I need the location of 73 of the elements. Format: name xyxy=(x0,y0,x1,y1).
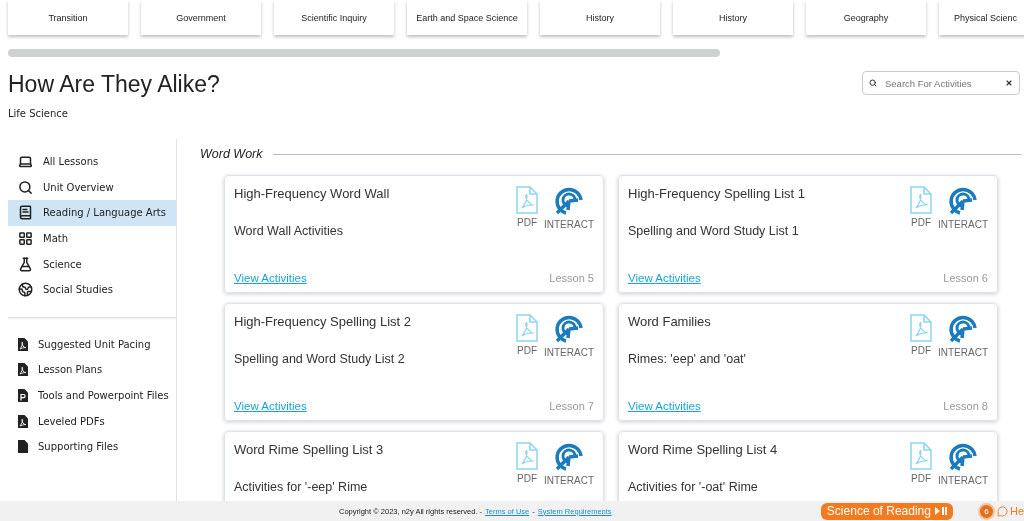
lesson-number: Lesson 5 xyxy=(549,272,594,284)
pdf-button[interactable]: PDF xyxy=(910,314,932,358)
file-link[interactable]: Supporting Files xyxy=(8,433,176,460)
subject-tile[interactable]: Physical Scienc xyxy=(939,0,1024,35)
pdf-icon xyxy=(910,186,932,214)
subject-tile[interactable]: Geography xyxy=(806,0,926,35)
card-title: Word Rime Spelling List 4 xyxy=(628,442,778,459)
pdf-button[interactable]: PDF xyxy=(516,442,538,486)
lesson-number: Lesson 7 xyxy=(549,400,594,412)
card-title: Word Families xyxy=(628,314,711,331)
interact-icon xyxy=(948,442,978,472)
sidebar-item[interactable]: Science xyxy=(8,251,176,277)
pdf-file-icon xyxy=(18,337,28,351)
page-title: How Are They Alike? xyxy=(8,71,220,98)
interact-icon xyxy=(554,186,584,216)
interact-icon xyxy=(554,442,584,472)
interact-icon xyxy=(554,314,584,344)
sidebar-item[interactable]: Math xyxy=(8,225,176,252)
pdf-icon xyxy=(910,314,932,342)
sidebar-item[interactable]: Social Studies xyxy=(8,276,176,303)
pdf-icon xyxy=(516,186,538,214)
pdf-icon xyxy=(910,442,932,470)
pdf-button[interactable]: PDF xyxy=(516,186,538,230)
search-icon xyxy=(869,77,877,89)
subject-tile[interactable]: Scientific Inquiry xyxy=(274,0,394,35)
file-link[interactable]: Leveled PDFs xyxy=(8,408,176,434)
file-icon xyxy=(18,440,28,454)
interact-button[interactable]: INTERACT xyxy=(938,186,988,230)
interact-icon xyxy=(948,186,978,216)
book-icon xyxy=(18,205,33,221)
laptop-icon xyxy=(18,154,33,170)
subject-tile[interactable]: History xyxy=(540,0,660,35)
lesson-number: Lesson 8 xyxy=(943,400,988,412)
chat-icon xyxy=(996,505,1008,517)
sidebar-item[interactable]: Reading / Language Arts xyxy=(8,200,176,226)
interact-button[interactable]: INTERACT xyxy=(544,314,594,358)
lesson-number: Lesson 6 xyxy=(943,272,988,284)
search-icon xyxy=(18,179,33,195)
page-subtitle: Life Science xyxy=(8,108,69,119)
pdf-button[interactable]: PDF xyxy=(516,314,538,358)
notification-badge: 6 xyxy=(979,504,993,518)
file-link[interactable]: Lesson Plans xyxy=(8,357,176,383)
subject-tile[interactable]: Transition xyxy=(8,0,128,35)
pdf-file-icon xyxy=(18,363,28,377)
subject-tile[interactable]: Government xyxy=(141,0,261,35)
interact-button[interactable]: INTERACT xyxy=(544,186,594,230)
interact-button[interactable]: INTERACT xyxy=(938,442,988,486)
card-title: High-Frequency Word Wall xyxy=(234,186,390,203)
powerpoint-file-icon xyxy=(18,389,28,403)
play-pause-icon xyxy=(934,507,947,515)
pdf-button[interactable]: PDF xyxy=(910,186,932,230)
file-link[interactable]: Suggested Unit Pacing xyxy=(8,331,176,358)
subject-tile[interactable]: Earth and Space Science xyxy=(407,0,527,35)
interact-icon xyxy=(948,314,978,344)
card-title: High-Frequency Spelling List 2 xyxy=(234,314,412,331)
pdf-file-icon xyxy=(18,414,28,428)
card-title: High-Frequency Spelling List 1 xyxy=(628,186,806,203)
pdf-icon xyxy=(516,314,538,342)
pdf-icon xyxy=(516,442,538,470)
file-link[interactable]: Tools and Powerpoint Files xyxy=(8,382,176,409)
subject-tile[interactable]: History xyxy=(673,0,793,35)
grid-icon xyxy=(18,231,33,247)
globe-icon xyxy=(18,282,33,298)
card-title: Word Rime Spelling List 3 xyxy=(234,442,384,459)
sidebar-item[interactable]: Unit Overview xyxy=(8,174,176,201)
scrollbar[interactable] xyxy=(8,49,720,57)
interact-button[interactable]: INTERACT xyxy=(938,314,988,358)
pdf-button[interactable]: PDF xyxy=(910,442,932,486)
section-title: Word Work xyxy=(200,147,263,161)
interact-button[interactable]: INTERACT xyxy=(544,442,594,486)
search-field[interactable]: Search For Activities xyxy=(862,71,1020,95)
sidebar-item[interactable]: All Lessons xyxy=(8,149,176,175)
flask-icon xyxy=(18,256,33,272)
